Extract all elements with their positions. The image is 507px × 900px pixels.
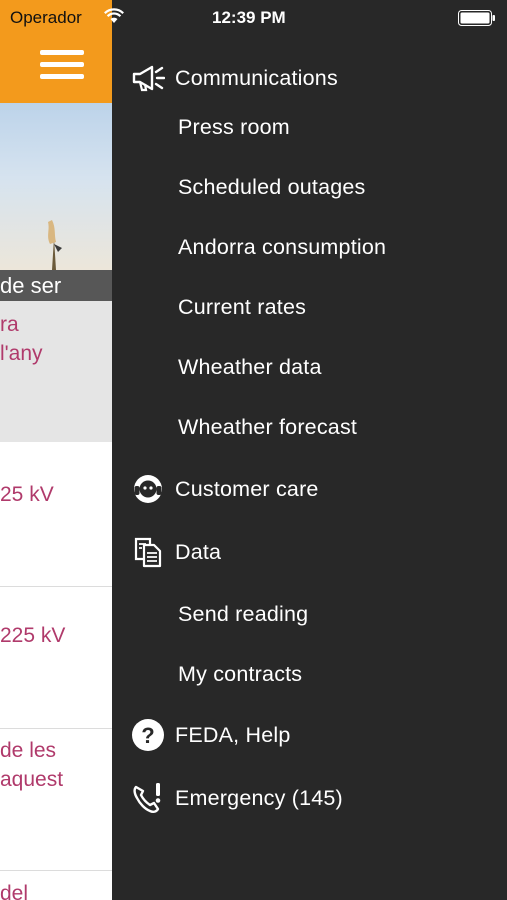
news-title-line: l'any bbox=[0, 342, 43, 365]
antenna-icon bbox=[48, 220, 62, 270]
news-item[interactable]: del bbox=[0, 871, 112, 900]
menu-section-communications[interactable]: Communications bbox=[112, 56, 507, 100]
menu-label: Current rates bbox=[178, 294, 307, 319]
menu-item-press-room[interactable]: Press room bbox=[112, 105, 507, 149]
menu-label: Data bbox=[175, 539, 222, 564]
news-title-line: del bbox=[0, 882, 29, 900]
menu-label: My contracts bbox=[178, 661, 303, 686]
news-title-line: 25 kV bbox=[0, 483, 54, 506]
menu-section-emergency-145[interactable]: Emergency (145) bbox=[112, 776, 507, 820]
news-title-line: 225 kV bbox=[0, 624, 66, 647]
battery-icon bbox=[458, 10, 495, 26]
news-title-line: ra bbox=[0, 313, 19, 336]
menu-item-send-reading[interactable]: Send reading bbox=[112, 592, 507, 636]
menu-label: Wheather forecast bbox=[178, 414, 358, 439]
menu-label: FEDA, Help bbox=[175, 722, 291, 747]
menu-label: Emergency (145) bbox=[175, 785, 343, 810]
menu-section-data[interactable]: Data bbox=[112, 530, 507, 574]
carrier-label: Operador bbox=[10, 8, 82, 27]
news-title-line: aquest bbox=[0, 768, 64, 791]
menu-label: Scheduled outages bbox=[178, 174, 366, 199]
side-drawer: Communications Press room Scheduled outage… bbox=[112, 0, 507, 900]
news-title-line: de les bbox=[0, 739, 57, 762]
hamburger-menu-icon[interactable] bbox=[40, 50, 84, 84]
megaphone-icon bbox=[130, 60, 166, 96]
news-item[interactable]: 25 kV bbox=[0, 442, 112, 587]
menu-section-customer-care[interactable]: Customer care bbox=[112, 467, 507, 511]
menu-item-current-rates[interactable]: Current rates bbox=[112, 285, 507, 329]
documents-icon bbox=[130, 534, 166, 570]
status-bar: Operador 12:39 PM bbox=[0, 0, 507, 36]
menu-item-my-contracts[interactable]: My contracts bbox=[112, 652, 507, 696]
wifi-icon bbox=[104, 8, 124, 23]
menu-label: Press room bbox=[178, 114, 290, 139]
menu-item-wheather-data[interactable]: Wheather data bbox=[112, 345, 507, 389]
menu-section-feda-help[interactable]: ? FEDA, Help bbox=[112, 713, 507, 757]
menu-label: Communications bbox=[175, 65, 338, 90]
menu-item-andorra-consumption[interactable]: Andorra consumption bbox=[112, 225, 507, 269]
menu-label: Wheather data bbox=[178, 354, 322, 379]
menu-item-scheduled-outages[interactable]: Scheduled outages bbox=[112, 165, 507, 209]
hero-caption: de ser bbox=[0, 270, 112, 301]
hero-caption-text: de ser bbox=[0, 273, 62, 298]
headset-agent-icon bbox=[130, 471, 166, 507]
news-item[interactable]: 225 kV bbox=[0, 587, 112, 729]
svg-text:?: ? bbox=[141, 723, 154, 748]
question-circle-icon: ? bbox=[130, 717, 166, 753]
menu-label: Send reading bbox=[178, 601, 309, 626]
menu-label: Customer care bbox=[175, 476, 319, 501]
menu-label: Andorra consumption bbox=[178, 234, 387, 259]
news-item[interactable]: ra l'any bbox=[0, 310, 112, 435]
status-time: 12:39 PM bbox=[212, 8, 286, 27]
phone-alert-icon bbox=[130, 780, 166, 816]
menu-item-wheather-forecast[interactable]: Wheather forecast bbox=[112, 405, 507, 449]
news-item[interactable]: de les aquest bbox=[0, 729, 112, 871]
